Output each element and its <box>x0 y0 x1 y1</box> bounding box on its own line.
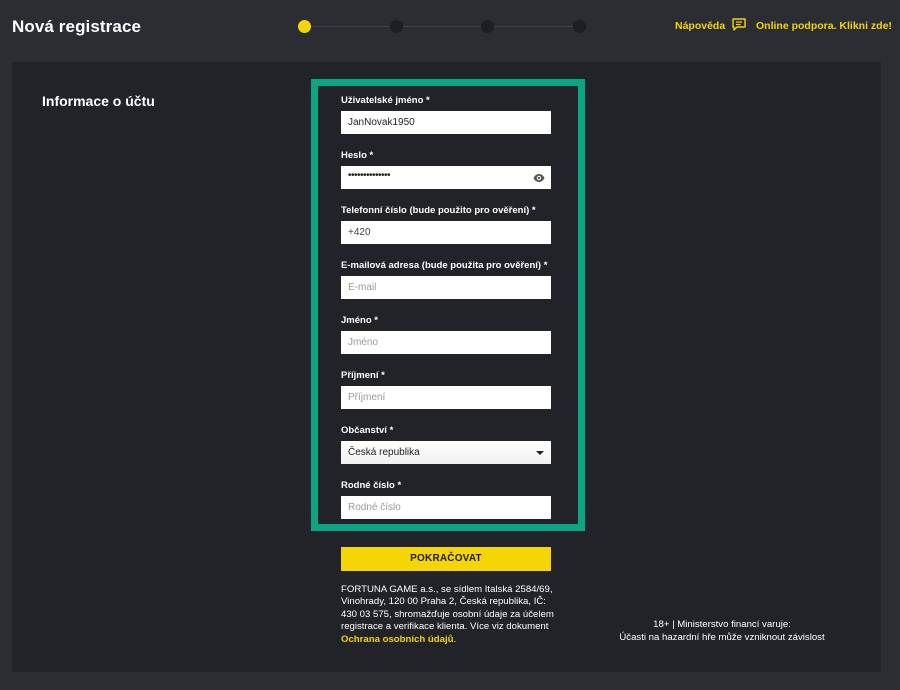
last-name-input[interactable]: Příjmení <box>341 386 551 409</box>
citizenship-value: Česká republika <box>348 447 420 458</box>
warning-line-2: Účasti na hazardní hře může vzniknout zá… <box>619 631 825 643</box>
legal-suffix: . <box>453 633 457 645</box>
birth-number-placeholder: Rodné číslo <box>348 502 401 513</box>
last-name-placeholder: Příjmení <box>348 392 386 403</box>
email-field: E-mailová adresa (bude použita pro ověře… <box>341 260 551 299</box>
last-name-label: Příjmení * <box>341 370 385 381</box>
citizenship-field: Občanství * Česká republika <box>341 425 551 464</box>
password-field: Heslo * •••••••••••••• <box>341 150 551 189</box>
stepper-line <box>304 26 580 27</box>
privacy-policy-link[interactable]: Ochrana osobních údajů <box>341 634 453 645</box>
step-2-dot <box>390 20 403 33</box>
birth-number-label: Rodné číslo * <box>341 480 402 491</box>
username-label: Uživatelské jméno * <box>341 95 430 106</box>
email-label: E-mailová adresa (bude použita pro ověře… <box>341 260 548 271</box>
first-name-label: Jméno * <box>341 315 378 326</box>
top-bar: Nová registrace Nápověda Online podpora.… <box>0 0 900 54</box>
continue-button[interactable]: POKRAČOVAT <box>341 547 551 571</box>
phone-input[interactable]: +420 <box>341 221 551 244</box>
last-name-field: Příjmení * Příjmení <box>341 370 551 409</box>
step-4-dot <box>573 20 586 33</box>
online-support-link[interactable]: Online podpora. Klikni zde! <box>756 20 892 32</box>
first-name-field: Jméno * Jméno <box>341 315 551 354</box>
username-field: Uživatelské jméno * JanNovak1950 <box>341 95 551 134</box>
gambling-warning: 18+ | Ministerstvo financí varuje: Účast… <box>600 619 844 644</box>
eye-icon[interactable] <box>533 172 545 184</box>
phone-value: +420 <box>348 227 371 238</box>
legal-text: FORTUNA GAME a.s., se sídlem Italská 258… <box>341 584 554 633</box>
password-input[interactable]: •••••••••••••• <box>341 166 551 189</box>
password-value: •••••••••••••• <box>348 170 391 181</box>
username-input[interactable]: JanNovak1950 <box>341 111 551 134</box>
registration-stepper <box>298 20 588 34</box>
citizenship-label: Občanství * <box>341 425 394 436</box>
phone-field: Telefonní číslo (bude použito pro ověřen… <box>341 205 551 244</box>
legal-notice: FORTUNA GAME a.s., se sídlem Italská 258… <box>341 584 556 646</box>
password-label: Heslo * <box>341 150 374 161</box>
email-placeholder: E-mail <box>348 282 377 293</box>
birth-number-field: Rodné číslo * Rodné číslo <box>341 480 551 519</box>
birth-number-input[interactable]: Rodné číslo <box>341 496 551 519</box>
section-title: Informace o účtu <box>42 93 155 109</box>
step-1-dot <box>298 20 311 33</box>
email-input[interactable]: E-mail <box>341 276 551 299</box>
chat-icon[interactable] <box>732 18 746 31</box>
help-link[interactable]: Nápověda <box>675 20 725 32</box>
chevron-down-icon[interactable] <box>529 441 551 464</box>
username-value: JanNovak1950 <box>348 117 415 128</box>
step-3-dot <box>481 20 494 33</box>
first-name-placeholder: Jméno <box>348 337 379 348</box>
first-name-input[interactable]: Jméno <box>341 331 551 354</box>
page-title: Nová registrace <box>12 17 142 36</box>
phone-label: Telefonní číslo (bude použito pro ověřen… <box>341 205 536 216</box>
warning-line-1: 18+ | Ministerstvo financí varuje: <box>653 619 791 630</box>
citizenship-select[interactable]: Česká republika <box>341 441 551 464</box>
